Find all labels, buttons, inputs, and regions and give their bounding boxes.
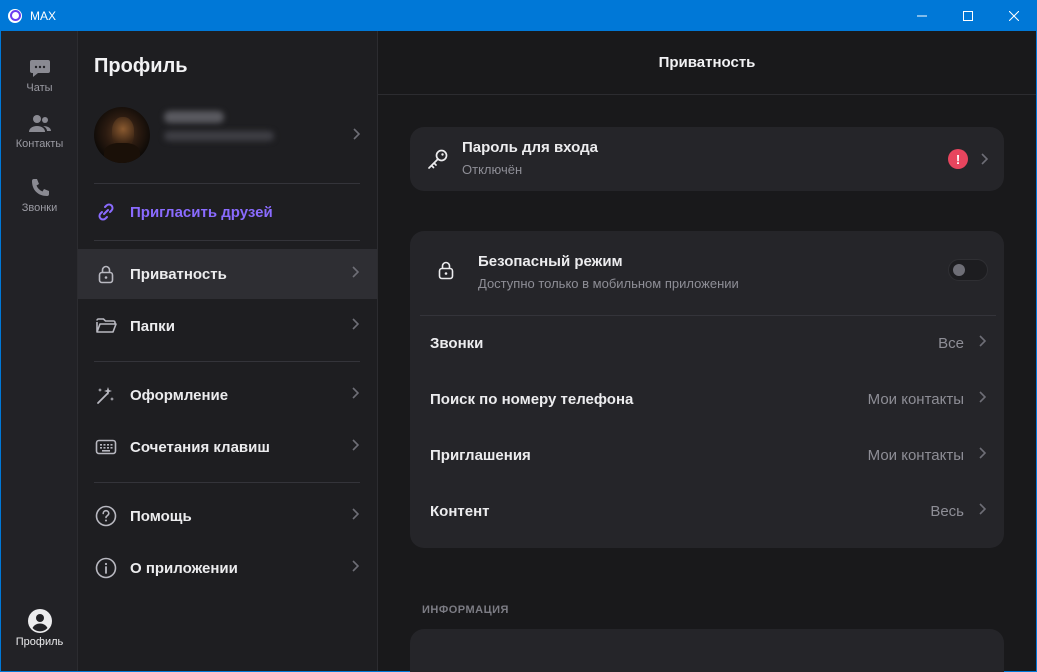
profile-icon — [27, 609, 52, 633]
safe-mode-row: Безопасный режим Доступно только в мобил… — [410, 231, 1004, 315]
help-icon — [95, 505, 117, 527]
rail-item-calls[interactable]: Звонки — [1, 177, 78, 214]
settings-item-label: О приложении — [130, 559, 238, 577]
key-icon — [428, 149, 448, 169]
row-value: Все — [938, 335, 964, 352]
rail-item-profile[interactable]: Профиль — [1, 609, 78, 648]
divider — [94, 240, 360, 241]
privacy-row-content[interactable]: Контент Весь — [410, 483, 1004, 539]
chevron-right-icon — [352, 387, 359, 399]
keyboard-icon — [95, 436, 117, 458]
profile-phone-blurred — [164, 131, 274, 141]
divider — [94, 183, 360, 184]
close-button[interactable] — [991, 0, 1037, 31]
settings-item-shortcuts[interactable]: Сочетания клавиш — [78, 422, 377, 472]
settings-item-label: Помощь — [130, 507, 192, 525]
profile-card[interactable] — [94, 103, 370, 167]
safe-mode-title: Безопасный режим — [478, 253, 623, 270]
rail-item-label: Чаты — [26, 82, 53, 94]
chevron-right-icon — [979, 503, 986, 515]
chevron-right-icon — [979, 447, 986, 459]
chevron-right-icon — [981, 153, 988, 165]
settings-item-folders[interactable]: Папки — [78, 301, 377, 351]
settings-item-label: Сочетания клавиш — [130, 438, 270, 456]
privacy-row-invites[interactable]: Приглашения Мои контакты — [410, 427, 1004, 483]
lock-icon — [438, 261, 454, 280]
contacts-icon — [28, 115, 51, 132]
maximize-button[interactable] — [945, 0, 991, 31]
info-icon — [95, 557, 117, 579]
magic-wand-icon — [95, 384, 117, 406]
invite-friends-button[interactable]: Пригласить друзей — [78, 187, 377, 237]
nav-rail: Чаты Контакты Звонки Профиль — [1, 31, 78, 671]
settings-item-label: Оформление — [130, 386, 229, 404]
settings-item-about[interactable]: О приложении — [78, 543, 377, 593]
rail-item-chats[interactable]: Чаты — [1, 57, 78, 94]
section-label-info: ИНФОРМАЦИЯ — [422, 604, 509, 616]
profile-name-blurred — [164, 111, 224, 123]
window-title: MAX — [30, 8, 57, 23]
chevron-right-icon — [979, 391, 986, 403]
privacy-row-calls[interactable]: Звонки Все — [410, 315, 1004, 371]
info-card — [410, 629, 1004, 672]
safe-mode-subtitle: Доступно только в мобильном приложении — [478, 276, 739, 291]
phone-icon — [31, 179, 49, 196]
divider — [94, 482, 360, 483]
maximize-icon — [963, 10, 973, 21]
chevron-right-icon — [979, 335, 986, 347]
chevron-right-icon — [352, 508, 359, 520]
settings-item-label: Приватность — [130, 265, 227, 283]
privacy-row-phone-search[interactable]: Поиск по номеру телефона Мои контакты — [410, 371, 1004, 427]
row-label: Приглашения — [430, 447, 531, 464]
rail-item-label: Звонки — [21, 202, 58, 214]
settings-item-appearance[interactable]: Оформление — [78, 370, 377, 420]
rail-item-label: Профиль — [15, 636, 64, 648]
row-label: Звонки — [430, 335, 484, 352]
password-status: Отключён — [462, 162, 523, 177]
divider — [94, 361, 360, 362]
settings-item-help[interactable]: Помощь — [78, 491, 377, 541]
link-icon — [95, 201, 117, 223]
page-title: Приватность — [378, 31, 1036, 95]
chevron-right-icon — [352, 439, 359, 451]
chevron-right-icon — [352, 318, 359, 330]
settings-title: Профиль — [94, 55, 188, 77]
lock-icon — [95, 263, 117, 285]
window-titlebar: MAX — [0, 0, 1037, 31]
chevron-right-icon — [352, 560, 359, 572]
row-label: Поиск по номеру телефона — [430, 391, 634, 408]
rail-item-contacts[interactable]: Контакты — [1, 113, 78, 150]
settings-item-privacy[interactable]: Приватность — [78, 249, 377, 299]
privacy-settings-card: Безопасный режим Доступно только в мобил… — [410, 231, 1004, 548]
alert-icon: ! — [948, 149, 968, 169]
folder-icon — [95, 315, 117, 337]
safe-mode-toggle[interactable] — [948, 259, 988, 281]
privacy-panel: Приватность Пароль для входа Отключён ! … — [378, 31, 1036, 672]
app-logo-icon — [8, 8, 22, 23]
minimize-button[interactable] — [899, 0, 945, 31]
settings-panel: Профиль Пригласить друзей Приватность Па… — [78, 31, 378, 671]
close-icon — [1009, 10, 1019, 21]
invite-friends-label: Пригласить друзей — [130, 203, 273, 221]
password-row[interactable]: Пароль для входа Отключён ! — [410, 127, 1004, 191]
rail-item-label: Контакты — [15, 138, 64, 150]
settings-item-label: Папки — [130, 317, 175, 335]
avatar — [94, 107, 150, 163]
chat-icon — [29, 60, 50, 77]
row-value: Мои контакты — [867, 391, 964, 408]
row-value: Весь — [930, 503, 964, 520]
password-title: Пароль для входа — [462, 139, 598, 156]
chevron-right-icon — [352, 266, 359, 278]
row-value: Мои контакты — [867, 447, 964, 464]
row-label: Контент — [430, 503, 490, 520]
chevron-right-icon — [353, 128, 360, 140]
minimize-icon — [917, 15, 927, 16]
